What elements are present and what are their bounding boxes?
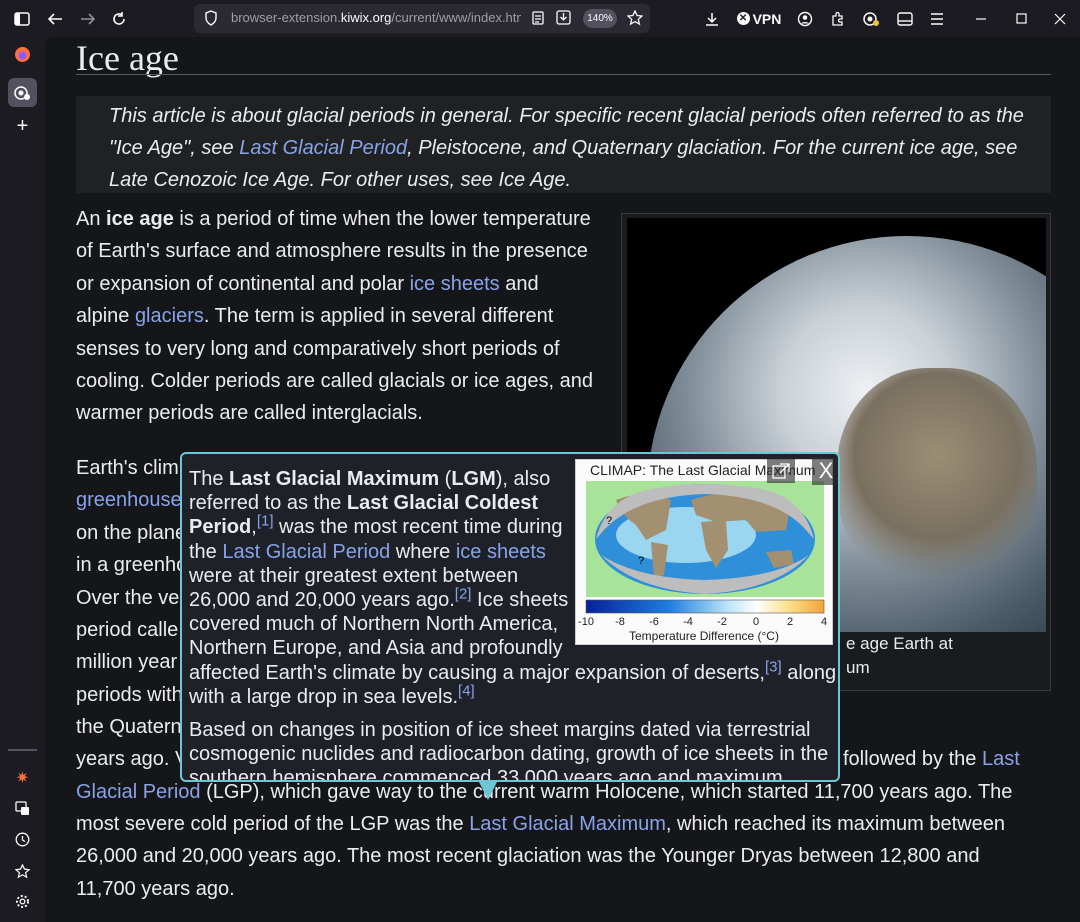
minimize-icon[interactable] [963,0,999,37]
hatnote: This article is about glacial periods in… [76,96,1051,193]
vpn-label: VPN [752,10,782,27]
climap-question-2: ? [638,555,644,567]
reload-icon[interactable] [105,0,133,37]
extensions-icon[interactable] [825,0,851,37]
page-title: Ice age [76,38,179,78]
history-icon[interactable] [8,825,37,854]
popup-paragraph-gap [189,709,838,718]
climap-question-1: ? [606,515,612,527]
save-to-pocket-icon[interactable] [556,10,571,30]
forward-icon[interactable] [74,0,102,37]
climap-tick-label: -6 [649,616,659,628]
browser-toolbar: browser-extension.kiwix.org/current/www/… [0,0,1080,37]
url-text[interactable]: browser-extension.kiwix.org/current/www/… [231,10,521,25]
popup-bold: LGM [451,468,496,490]
climap-map-image[interactable]: CLIMAP: The Last Glacial Maximum ? ? -10… [575,459,833,645]
climap-tick-label: 0 [753,616,759,628]
settings-gear-icon[interactable] [8,887,37,916]
popup-ref-2[interactable]: [2] [455,585,472,602]
back-icon[interactable] [41,0,69,37]
kiwix-extension-icon[interactable] [858,0,884,37]
popup-float-spacer [189,466,571,467]
climap-tick-label: -10 [578,616,594,628]
paragraph-line: 11,700 years ago. [76,878,235,900]
link-preview-popup[interactable]: The Last Glacial Maximum (LGM), also ref… [180,452,840,782]
close-window-icon[interactable] [1042,0,1078,37]
intro-text: An [76,208,107,230]
popup-text: The [189,468,230,490]
maximize-icon[interactable] [1003,0,1039,37]
paragraph-line: periods with [76,684,183,706]
climap-tick-label: -8 [615,616,625,628]
intro-paragraph: An ice age is a period of time when the … [76,203,596,430]
climap-tick-label: -4 [683,616,693,628]
paragraph-line: 26,000 and 20,000 years ago. The most re… [76,845,980,867]
paragraph-line: million year [76,651,178,673]
paragraph-line: period calle [76,619,179,641]
popup-ref-1[interactable]: [1] [257,513,274,530]
add-icon[interactable]: + [8,112,37,141]
earth-landmass [837,368,1037,588]
paragraph-text: most severe cold period of the LGP was t… [76,813,470,835]
popup-link-ice-sheets[interactable]: ice sheets [456,541,546,563]
popup-pointer [479,782,497,800]
climap-map: CLIMAP: The Last Glacial Maximum ? ? -10… [578,462,827,643]
browser-sidebar: + ✷ [0,37,45,922]
link-last-glacial-period[interactable]: Last Glacial Period [239,137,407,159]
link-glaciers[interactable]: glaciers [135,305,204,327]
climap-tick-label: 2 [787,616,793,628]
account-icon[interactable] [792,0,818,37]
menu-icon[interactable] [924,0,950,37]
popup-text: ( [439,468,452,490]
ai-chatbot-icon[interactable]: ✷ [8,763,37,792]
link-ice-sheets[interactable]: ice sheets [410,273,500,295]
paragraph-text: , which reached its maximum between [665,813,1005,835]
link-greenhouse[interactable]: greenhouse [76,484,182,516]
downloads-icon[interactable] [699,0,725,37]
firefox-icon[interactable] [8,40,37,69]
climap-xlabel: Temperature Difference (°C) [629,629,779,643]
open-external-icon[interactable] [767,459,795,483]
reader-view-icon[interactable] [532,11,544,30]
vpn-off-icon: ✕ [736,12,750,25]
sidebar-toggle-icon[interactable] [8,0,36,37]
popup-text: where [390,540,456,563]
zoom-level-button[interactable]: 140% [583,9,617,28]
paragraph-line: Earth's clim [76,457,179,479]
title-divider [76,74,1051,75]
climap-tick-label: -2 [717,616,727,628]
popup-paragraph-2: Based on changes in position of ice shee… [189,719,829,782]
link-last-glacial-maximum[interactable]: Last Glacial Maximum [469,813,666,835]
intro-bold-term: ice age [106,208,174,230]
popup-close-button[interactable]: X [812,457,838,485]
popup-link-last-glacial-period[interactable]: Last Glacial Period [222,541,390,563]
paragraph-line: years ago. V [76,748,189,770]
paragraph-line: in a greenho [76,554,188,576]
kiwix-sidebar-icon[interactable] [8,78,37,107]
popup-bold: Last Glacial Maximum [229,468,440,490]
paragraph-line: on the plane [76,522,187,544]
synced-tabs-icon[interactable] [8,794,37,823]
link-last-glacial-period-2[interactable]: Last [982,748,1020,770]
paragraph-text: followed by the [843,748,982,770]
bookmark-star-icon[interactable] [626,9,644,31]
sidebar-panel-icon[interactable] [892,0,918,37]
popup-ref-3[interactable]: [3] [765,658,782,675]
paragraph-line: the Quatern [76,716,182,738]
bookmarks-icon[interactable] [8,857,37,886]
paragraph-text: (LGP), which gave way to the current war… [200,781,1013,803]
page-content: Ice age This article is about glacial pe… [45,37,1080,922]
paragraph-line: Over the ve [76,587,180,609]
climap-tick-labels: -10 -8 -6 -4 -2 0 2 4 [578,616,827,628]
climap-tick-label: 4 [821,616,827,628]
sidebar-divider [8,749,37,751]
url-bar[interactable]: browser-extension.kiwix.org/current/www/… [194,4,650,33]
popup-ref-4[interactable]: [4] [458,682,475,699]
vpn-button[interactable]: ✕ VPN [734,0,784,37]
climap-colorbar [585,599,825,614]
link-last-glacial-period-2b[interactable]: Glacial Period [76,781,201,803]
shield-icon[interactable] [204,10,218,31]
